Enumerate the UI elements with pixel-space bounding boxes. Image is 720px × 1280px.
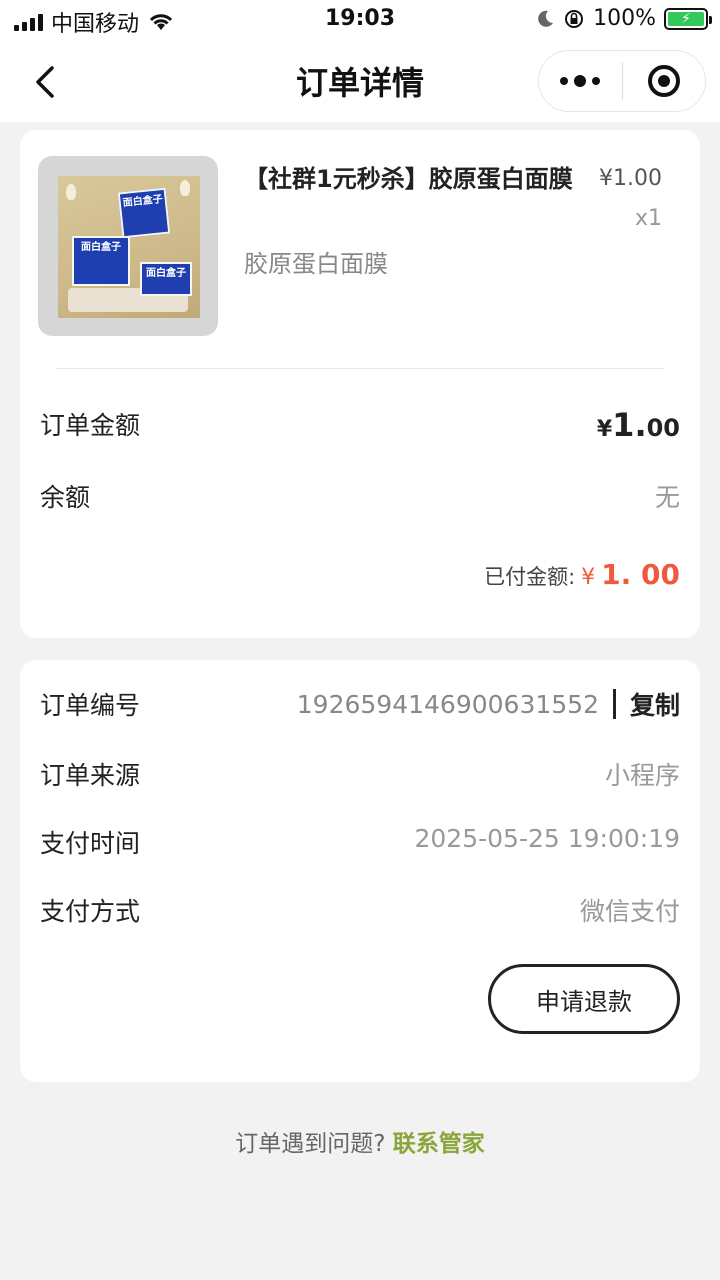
order-amount-value: ¥1.00 (597, 406, 680, 444)
order-source-value: 小程序 (604, 761, 680, 790)
order-no-label: 订单编号 (40, 691, 141, 720)
order-no-value: 1926594146900631552 (296, 689, 599, 719)
order-amount-label: 订单金额 (40, 411, 141, 440)
order-amount-currency: ¥ (596, 417, 613, 442)
product-photo: 面白盒子 面白盒子 面白盒子 (58, 176, 200, 318)
pay-method-value: 微信支付 (579, 897, 680, 926)
paid-value: 1. 00 (601, 558, 680, 591)
battery-percent: 100% (593, 6, 656, 31)
paid-label: 已付金额: (484, 565, 576, 589)
product-spec: 胶原蛋白面膜 (244, 250, 388, 278)
pay-method-label: 支付方式 (40, 897, 141, 926)
target-close-icon (647, 65, 680, 97)
order-source-label: 订单来源 (40, 761, 141, 790)
order-amount-int: 1. (612, 406, 647, 444)
order-amount-dec: 00 (646, 414, 680, 442)
more-dots-icon (560, 75, 601, 87)
orientation-lock-icon (565, 9, 584, 28)
product-image[interactable]: 面白盒子 面白盒子 面白盒子 (38, 156, 218, 336)
copy-button[interactable]: 复制 (630, 686, 680, 722)
divider (56, 368, 664, 369)
moon-icon (538, 10, 554, 27)
help-question: 订单遇到问题? (235, 1131, 386, 1157)
pay-time-label: 支付时间 (40, 829, 141, 858)
order-details-card: 订单编号 1926594146900631552 复制 订单来源 小程序 支付时… (20, 660, 700, 1082)
order-summary-card: 面白盒子 面白盒子 面白盒子 【社群1元秒杀】胶原蛋白面膜 胶原蛋白面膜 ¥1.… (20, 130, 700, 638)
battery-icon: ⚡ (664, 7, 712, 30)
miniprogram-capsule (538, 50, 706, 112)
order-no-row: 1926594146900631552 复制 (297, 686, 680, 722)
product-box: 面白盒子 (72, 236, 130, 286)
pay-time-value: 2025-05-25 19:00:19 (414, 824, 680, 853)
product-title[interactable]: 【社群1元秒杀】胶原蛋白面膜 (244, 160, 574, 198)
close-miniprogram-button[interactable] (623, 51, 706, 111)
product-box: 面白盒子 (140, 262, 192, 296)
help-footer: 订单遇到问题? 联系管家 (0, 1124, 720, 1158)
nav-bar: 订单详情 (0, 40, 720, 122)
paid-amount: 已付金额: ¥ 1. 00 (484, 558, 680, 591)
more-button[interactable] (539, 51, 622, 111)
separator (612, 689, 616, 719)
contact-manager-link[interactable]: 联系管家 (393, 1131, 485, 1157)
paid-currency: ¥ (581, 565, 596, 590)
product-box: 面白盒子 (117, 187, 171, 239)
refund-button[interactable]: 申请退款 (488, 964, 680, 1034)
balance-value: 无 (654, 483, 680, 512)
balance-label: 余额 (40, 483, 91, 512)
product-quantity: x1 (634, 206, 662, 231)
status-bar: 中国移动 19:03 100% ⚡ (0, 0, 720, 40)
status-right: 100% ⚡ (535, 6, 712, 31)
product-price: ¥1.00 (599, 166, 662, 191)
